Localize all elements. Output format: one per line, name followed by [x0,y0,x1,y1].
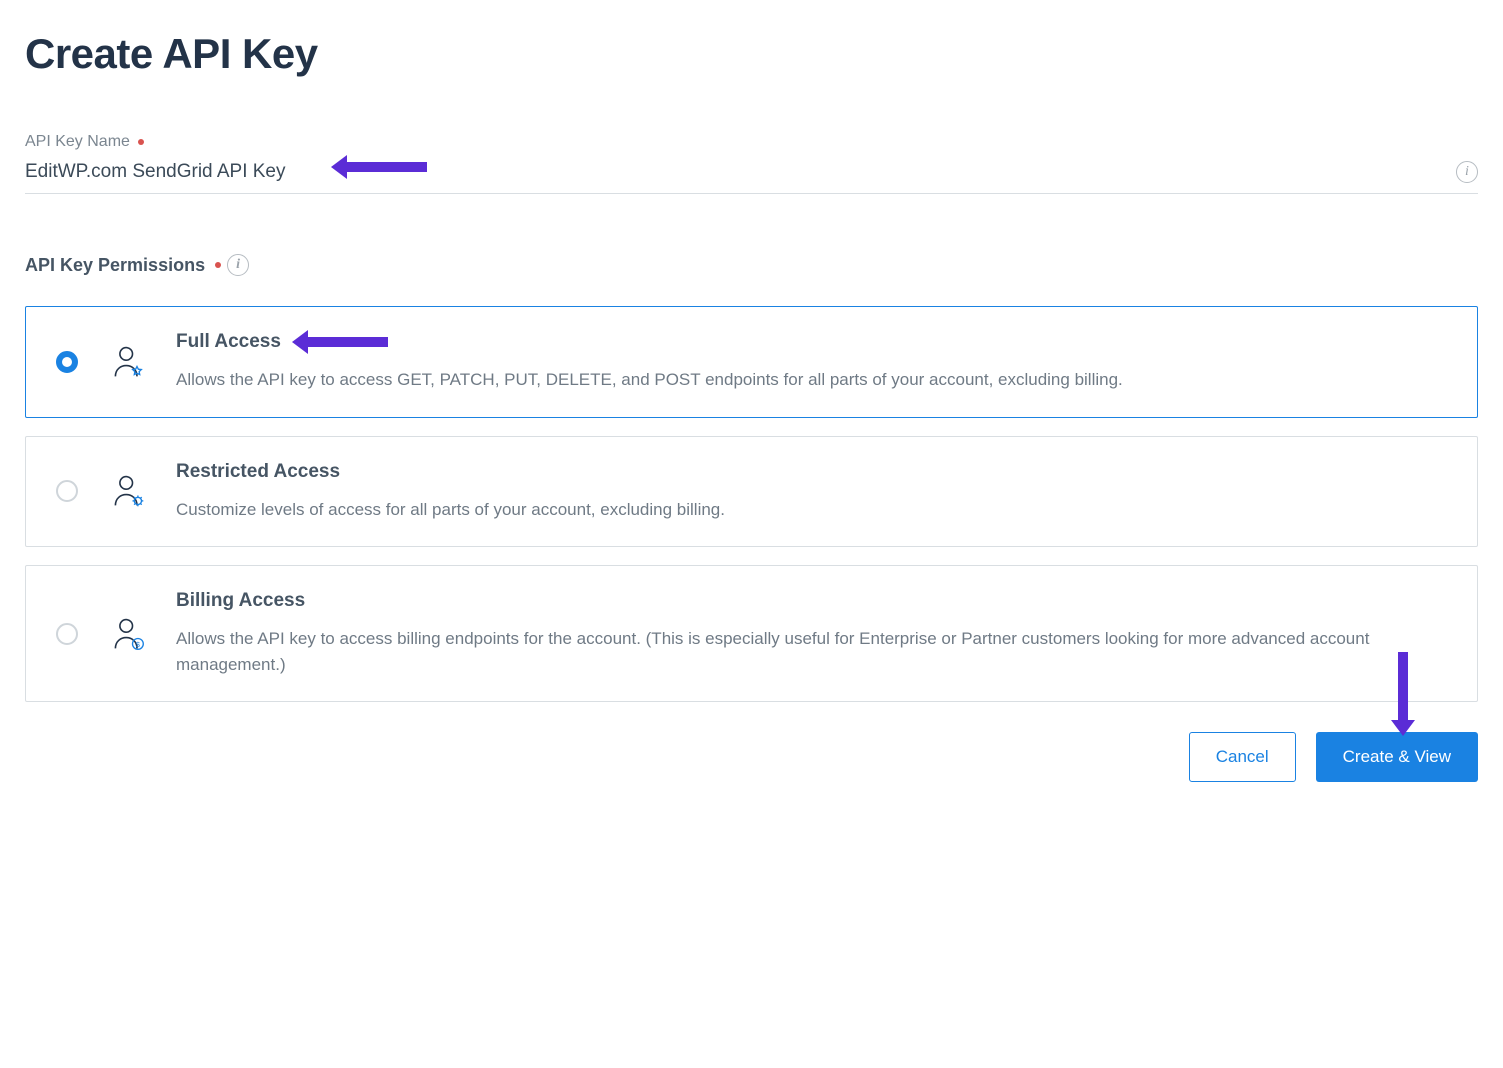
required-dot-icon [215,262,221,268]
option-desc-restricted: Customize levels of access for all parts… [176,497,1447,523]
page-title: Create API Key [25,30,1478,78]
option-desc-billing: Allows the API key to access billing end… [176,626,1447,677]
create-view-button[interactable]: Create & View [1316,732,1478,782]
radio-full-access[interactable] [56,351,78,373]
required-dot-icon [138,139,144,145]
annotation-arrow-create [1398,652,1408,722]
permission-option-full-access[interactable]: Full Access Allows the API key to access… [25,306,1478,418]
permission-option-restricted-access[interactable]: Restricted Access Customize levels of ac… [25,436,1478,548]
radio-restricted-access[interactable] [56,480,78,502]
annotation-arrow-full-access [306,337,388,347]
api-key-name-row: i [25,157,1478,194]
user-gear-icon [110,473,146,509]
api-key-name-label: API Key Name [25,133,1478,151]
user-star-icon [110,344,146,380]
user-dollar-icon: $ [110,616,146,652]
radio-billing-access[interactable] [56,623,78,645]
api-key-name-label-text: API Key Name [25,133,130,150]
option-desc-full: Allows the API key to access GET, PATCH,… [176,367,1447,393]
option-title-restricted: Restricted Access [176,461,1447,483]
svg-text:$: $ [136,640,140,649]
actions-row: Cancel Create & View [25,732,1478,782]
cancel-button[interactable]: Cancel [1189,732,1296,782]
info-icon[interactable]: i [227,254,249,276]
api-key-name-input[interactable] [25,157,1456,187]
permissions-section-label: API Key Permissions i [25,254,1478,276]
info-icon[interactable]: i [1456,161,1478,183]
option-title-billing: Billing Access [176,590,1447,612]
permissions-section-label-text: API Key Permissions [25,255,205,276]
permission-option-billing-access[interactable]: $ Billing Access Allows the API key to a… [25,565,1478,702]
annotation-arrow-name [345,162,427,172]
